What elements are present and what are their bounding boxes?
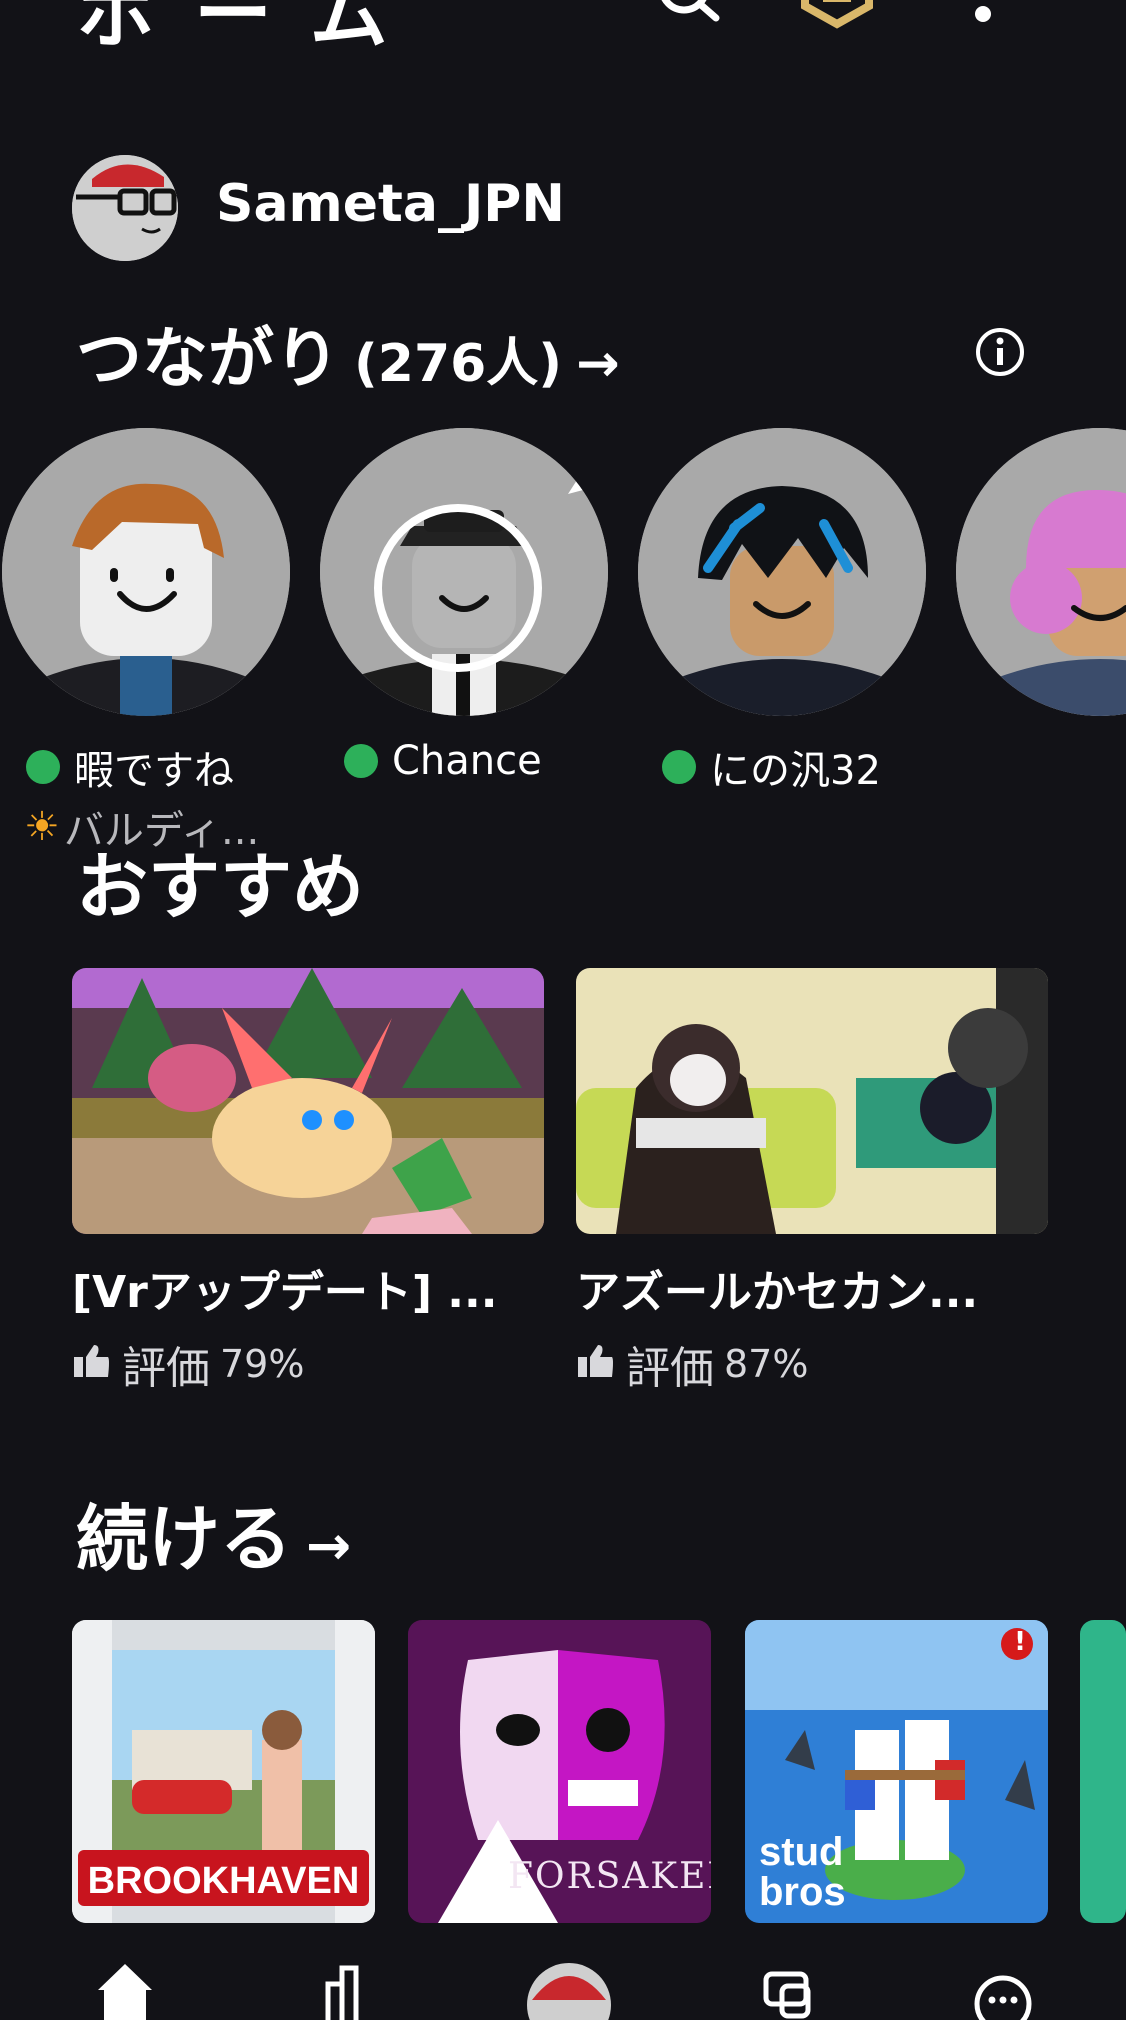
avatar[interactable] (72, 155, 178, 261)
nav-marketplace-icon[interactable] (746, 1960, 836, 2020)
nav-more-icon[interactable] (958, 1960, 1048, 2020)
friend-item[interactable]: mirin (956, 428, 1126, 716)
game-title: [Vrアップデート] ... (72, 1267, 498, 1318)
game-title: アズールかセカン... (576, 1267, 979, 1318)
robux-icon[interactable] (795, 0, 880, 42)
friend-avatar (638, 428, 926, 716)
thumbs-up-icon (72, 1339, 112, 1390)
tile-label: BROOKHAVEN (87, 1860, 360, 1902)
connections-count: (276人) (354, 334, 563, 394)
game-card[interactable]: [Vrアップデート] ... 評価 79% (72, 968, 544, 1396)
friend-name: 暇ですね (26, 738, 234, 796)
game-tile-stud-bros[interactable]: ! stud bros (745, 1620, 1048, 1923)
continue-header[interactable]: 続ける → (76, 1480, 351, 1585)
alert-icon: ! (1014, 1627, 1026, 1657)
game-tile-partial[interactable] (1080, 1620, 1126, 1923)
friend-item[interactable]: Chance (320, 428, 608, 784)
info-icon[interactable] (974, 326, 1026, 378)
continue-title: 続ける (76, 1497, 293, 1581)
game-rating: 評価 87% (576, 1332, 1048, 1396)
arrow-right-icon: → (576, 334, 620, 394)
connections-header[interactable]: つながり (276人) → (76, 305, 620, 401)
friend-avatar (956, 428, 1126, 716)
thumbs-up-icon (576, 1339, 616, 1390)
nav-home[interactable] (80, 1960, 170, 2020)
friend-name: Chance (344, 738, 542, 784)
tile-label: FORSAKEN (508, 1856, 711, 1897)
bell-icon[interactable] (948, 0, 1018, 42)
arrow-right-icon: → (306, 1514, 352, 1577)
online-indicator (344, 744, 378, 778)
friend-item[interactable]: 暇ですね (2, 428, 290, 794)
friend-name: にの汎32 (662, 738, 881, 796)
game-card[interactable]: アズールかセカン... 評価 87% (576, 968, 1048, 1396)
game-tile-forsaken[interactable]: FORSAKEN (408, 1620, 711, 1923)
game-rating: 評価 79% (72, 1332, 544, 1396)
page-title: ホーム (76, 0, 428, 60)
tile-label: stud bros (759, 1830, 846, 1914)
game-thumbnail (72, 968, 544, 1234)
connections-title: つながり (76, 320, 340, 397)
friend-item[interactable]: にの汎32 (638, 428, 926, 794)
username[interactable]: Sameta_JPN (216, 174, 565, 234)
nav-charts-icon[interactable] (304, 1960, 394, 2020)
friend-avatar (320, 428, 608, 716)
recommended-title: おすすめ (76, 845, 365, 929)
online-indicator (26, 750, 60, 784)
sun-icon: ☀ (24, 804, 60, 850)
game-tile-brookhaven[interactable]: BROOKHAVEN (72, 1620, 375, 1923)
online-indicator (662, 750, 696, 784)
search-icon[interactable] (650, 0, 730, 42)
nav-avatar[interactable] (524, 1960, 614, 2020)
friend-avatar (2, 428, 290, 716)
game-thumbnail (576, 968, 1048, 1234)
